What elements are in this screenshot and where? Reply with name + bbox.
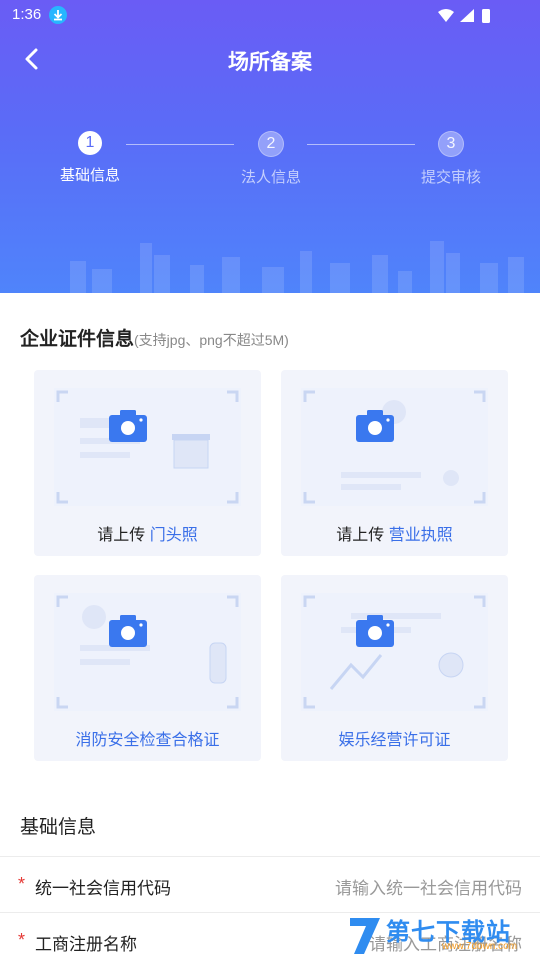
battery-icon bbox=[482, 9, 490, 23]
caption-highlight: 门头照 bbox=[149, 527, 198, 544]
step-label: 提交审核 bbox=[420, 169, 481, 186]
cert-hint: (支持jpg、png不超过5M) bbox=[134, 332, 289, 348]
upload-caption: 请上传 营业执照 bbox=[281, 521, 508, 545]
camera-icon bbox=[356, 410, 394, 442]
required-marker: * bbox=[18, 930, 26, 950]
caption-highlight: 娱乐经营许可证 bbox=[338, 732, 451, 749]
step-connector bbox=[307, 144, 415, 145]
form-row-credit-code[interactable]: * 统一社会信用代码 请输入统一社会信用代码 bbox=[0, 856, 540, 913]
step-number: 3 bbox=[438, 131, 464, 157]
watermark-url: www.7down.com bbox=[442, 941, 518, 952]
header-banner: 1:36 场所备案 1 基础信息 2 法人信息 3 提交审核 bbox=[0, 0, 540, 293]
step-number: 2 bbox=[258, 131, 284, 157]
upload-caption: 请上传 门头照 bbox=[34, 521, 261, 545]
upload-card-storefront[interactable]: 请上传 门头照 bbox=[34, 370, 261, 556]
caption-prefix: 请上传 bbox=[336, 527, 385, 544]
license-placeholder-illustration bbox=[301, 388, 488, 506]
step-label: 法人信息 bbox=[240, 169, 301, 186]
upload-card-business-license[interactable]: 请上传 营业执照 bbox=[281, 370, 508, 556]
city-skyline-illustration bbox=[70, 241, 524, 293]
basic-info-title: 基础信息 bbox=[20, 817, 97, 838]
step-number: 1 bbox=[78, 131, 102, 155]
system-icons bbox=[436, 7, 508, 30]
upload-caption: 娱乐经营许可证 bbox=[281, 726, 508, 750]
camera-icon bbox=[356, 615, 394, 647]
wifi-icon bbox=[438, 9, 454, 22]
caption-prefix: 请上传 bbox=[97, 527, 146, 544]
status-bar: 1:36 bbox=[0, 0, 540, 32]
status-time: 1:36 bbox=[12, 6, 42, 23]
required-marker: * bbox=[18, 874, 26, 894]
page-title: 场所备案 bbox=[228, 51, 312, 74]
credit-code-input[interactable]: 请输入统一社会信用代码 bbox=[335, 874, 522, 899]
caption-highlight: 营业执照 bbox=[388, 527, 453, 544]
storefront-placeholder-illustration bbox=[54, 388, 241, 506]
upload-caption: 消防安全检查合格证 bbox=[34, 726, 261, 750]
step-2: 2 法人信息 bbox=[226, 131, 316, 187]
cert-title-text: 企业证件信息 bbox=[20, 329, 135, 350]
caption-highlight: 消防安全检查合格证 bbox=[75, 732, 220, 749]
upload-card-fire-safety-certificate[interactable]: 消防安全检查合格证 bbox=[34, 575, 261, 761]
camera-icon bbox=[109, 410, 147, 442]
fire-certificate-placeholder-illustration bbox=[54, 593, 241, 711]
field-label: 工商注册名称 bbox=[35, 935, 137, 954]
cert-section-title: 企业证件信息(支持jpg、png不超过5M) bbox=[20, 324, 289, 351]
step-1: 1 基础信息 bbox=[45, 131, 135, 185]
watermark-logo-icon bbox=[350, 918, 380, 954]
step-connector bbox=[126, 144, 234, 145]
entertainment-license-placeholder-illustration bbox=[301, 593, 488, 711]
signal-icon bbox=[460, 9, 474, 22]
step-3: 3 提交审核 bbox=[406, 131, 496, 187]
step-label: 基础信息 bbox=[59, 167, 120, 184]
upload-card-entertainment-license[interactable]: 娱乐经营许可证 bbox=[281, 575, 508, 761]
download-icon bbox=[49, 6, 67, 24]
camera-icon bbox=[109, 615, 147, 647]
field-label: 统一社会信用代码 bbox=[35, 879, 171, 898]
site-watermark: 第七下载站 www.7down.com bbox=[346, 908, 540, 960]
title-bar: 场所备案 bbox=[0, 36, 540, 82]
